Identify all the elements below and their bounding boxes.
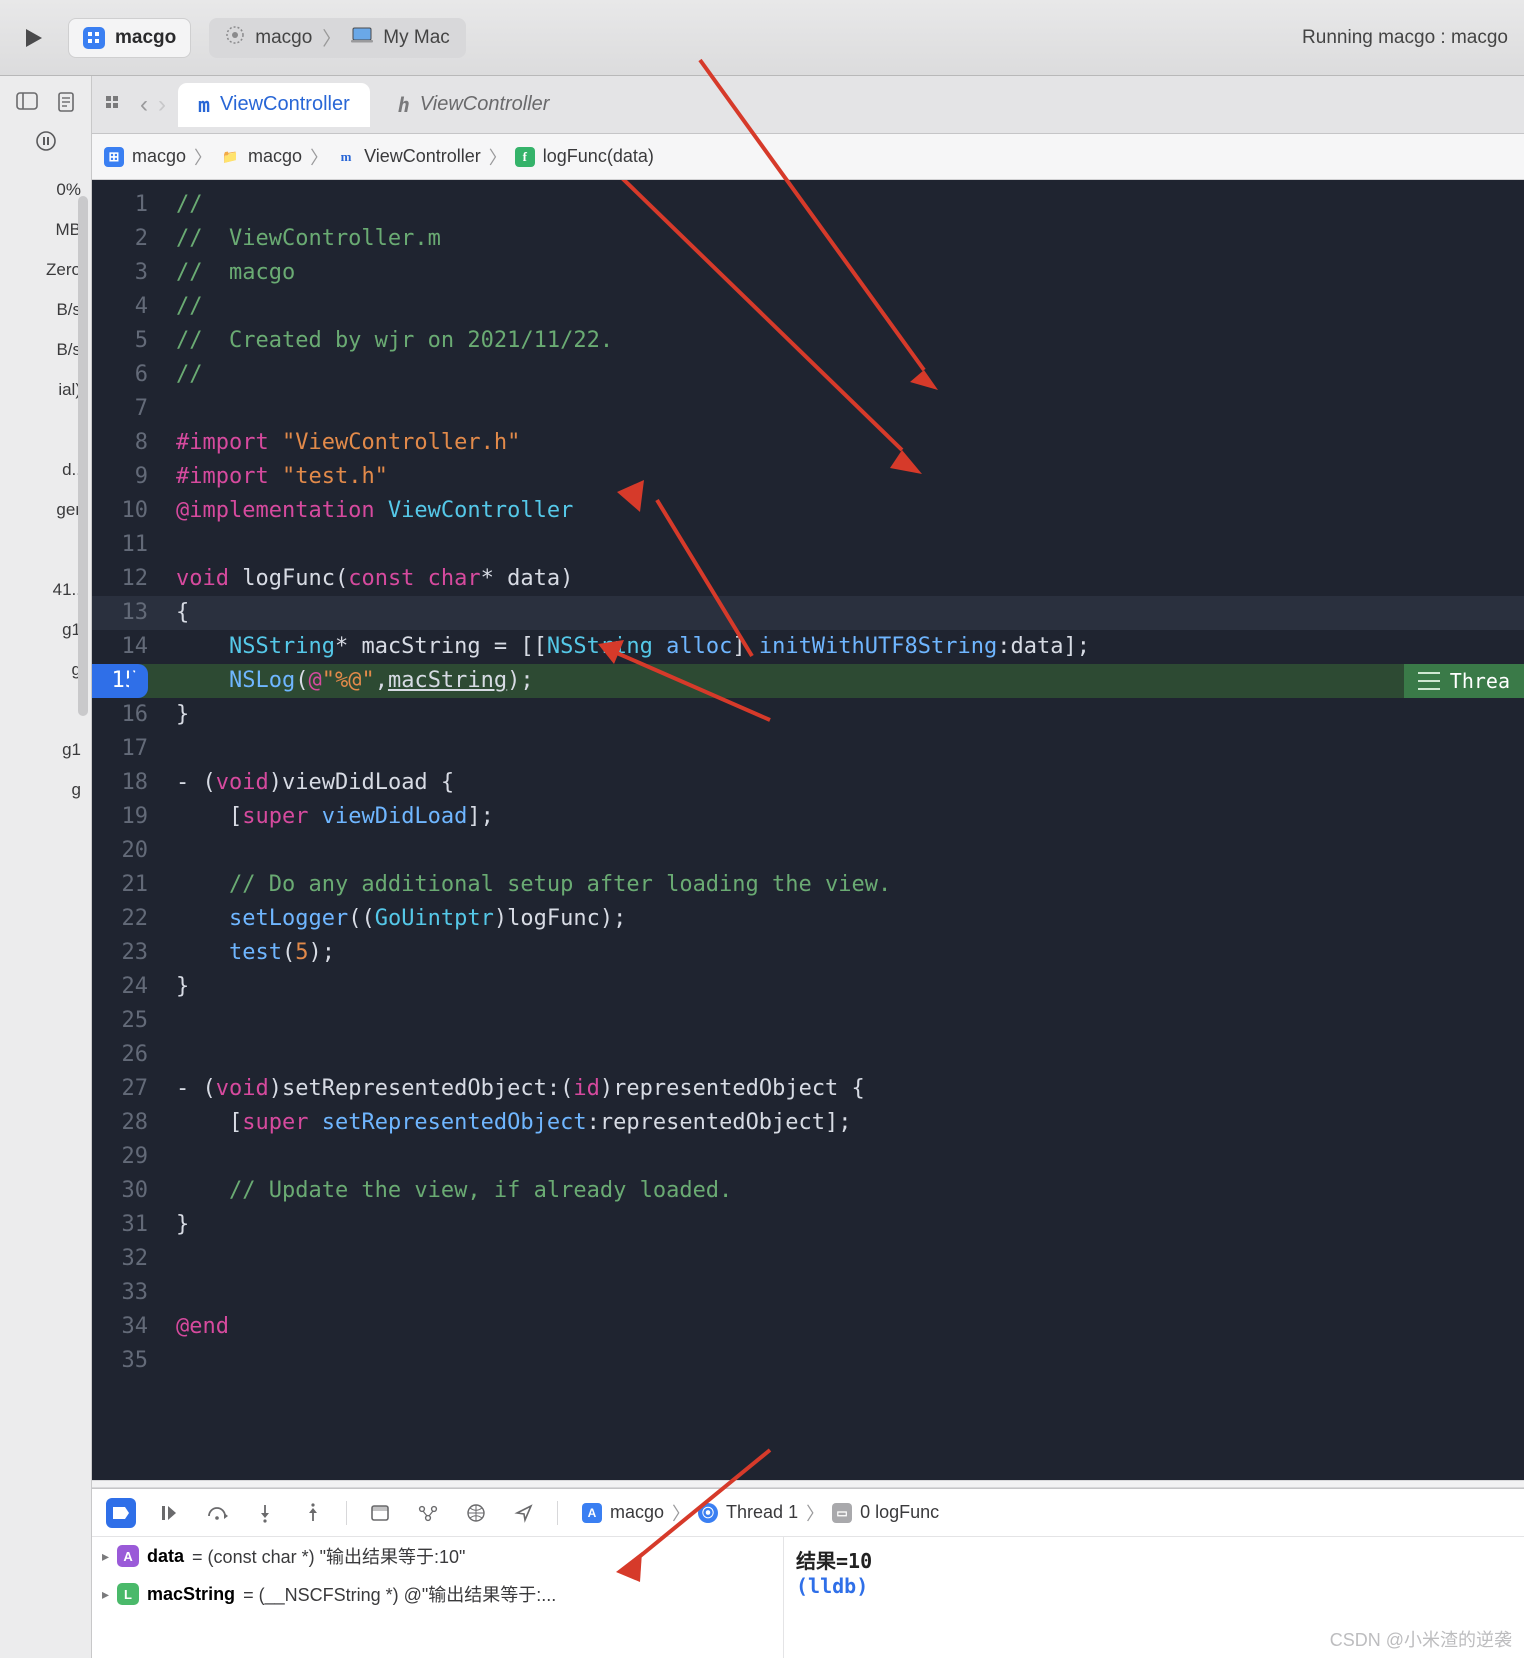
run-destination[interactable]: macgo 〉 My Mac bbox=[209, 18, 466, 58]
sidebar-metric: g1 bbox=[0, 730, 91, 770]
disclosure-icon[interactable]: ▸ bbox=[102, 1586, 109, 1603]
step-into-button[interactable] bbox=[250, 1498, 280, 1528]
thread-badge-label: Threa bbox=[1450, 664, 1510, 698]
target-device-label: My Mac bbox=[383, 27, 450, 49]
variables-view[interactable]: ▸ Adata = (const char *) "输出结果等于:10" ▸ Lmac… bbox=[92, 1537, 784, 1658]
doc-icon[interactable] bbox=[57, 92, 75, 117]
thread-icon: ⦿ bbox=[698, 1503, 718, 1523]
variable-row[interactable]: ▸ LmacString = (__NSCFString *) @"输出结果等于:… bbox=[92, 1575, 783, 1613]
chevron-right-icon: 〉 bbox=[322, 24, 341, 51]
var-kind-badge: A bbox=[117, 1545, 139, 1567]
chevron-right-icon: 〉 bbox=[806, 1500, 824, 1526]
console-line: 结果=10 bbox=[796, 1545, 1512, 1574]
function-icon: f bbox=[515, 147, 535, 167]
crumb-symbol: logFunc(data) bbox=[543, 146, 654, 167]
related-items-icon[interactable] bbox=[102, 92, 128, 118]
chevron-right-icon: 〉 bbox=[194, 144, 212, 170]
var-kind-badge: L bbox=[117, 1583, 139, 1605]
tab-viewcontroller-m[interactable]: m ViewController bbox=[178, 83, 370, 127]
target-scheme-label: macgo bbox=[255, 27, 312, 49]
code-content[interactable]: //// ViewController.m// macgo//// Create… bbox=[158, 180, 1524, 1378]
chevron-right-icon: 〉 bbox=[310, 144, 328, 170]
tab-label: ViewController bbox=[220, 93, 350, 116]
variable-row[interactable]: ▸ Adata = (const char *) "输出结果等于:10" bbox=[92, 1537, 783, 1575]
scheme-selector[interactable]: macgo bbox=[68, 18, 191, 58]
step-over-button[interactable] bbox=[202, 1498, 232, 1528]
var-name: macString bbox=[147, 1584, 235, 1605]
thread-indicator[interactable]: Threa bbox=[1404, 664, 1524, 698]
frame-icon: ▭ bbox=[832, 1503, 852, 1523]
tab-strip: ‹ › m ViewController h ViewController bbox=[92, 76, 1524, 134]
file-m-icon: m bbox=[336, 147, 356, 167]
panel-icon[interactable] bbox=[16, 92, 38, 117]
disclosure-icon[interactable]: ▸ bbox=[102, 1548, 109, 1565]
debug-frame: 0 logFunc bbox=[860, 1502, 939, 1523]
run-button[interactable] bbox=[16, 21, 50, 55]
process-icon: A bbox=[582, 1503, 602, 1523]
file-h-icon: h bbox=[398, 93, 410, 117]
debug-area: A macgo 〉 ⦿ Thread 1 〉 ▭ 0 logFunc ▸ Adat… bbox=[92, 1488, 1524, 1658]
tab-viewcontroller-h[interactable]: h ViewController bbox=[378, 83, 570, 127]
jump-bar[interactable]: ⊞ macgo 〉 📁 macgo 〉 m ViewController 〉 flog… bbox=[92, 134, 1524, 180]
crumb-file: ViewController bbox=[364, 146, 481, 167]
debug-view-icon[interactable] bbox=[365, 1498, 395, 1528]
left-sidebar: 0%MBZeroB/sB/sial)d..ger41..g1gg1g bbox=[0, 76, 92, 1658]
crumb-group: macgo bbox=[248, 146, 302, 167]
memory-graph-icon[interactable] bbox=[413, 1498, 443, 1528]
file-m-icon: m bbox=[198, 93, 210, 117]
code-editor[interactable]: 1234567891011121314151617181920212223242… bbox=[92, 180, 1524, 1480]
debug-jump-bar[interactable]: A macgo 〉 ⦿ Thread 1 〉 ▭ 0 logFunc bbox=[582, 1500, 939, 1526]
debug-toolbar: A macgo 〉 ⦿ Thread 1 〉 ▭ 0 logFunc bbox=[92, 1489, 1524, 1537]
menu-icon bbox=[1418, 672, 1440, 690]
step-out-button[interactable] bbox=[298, 1498, 328, 1528]
var-value: = (__NSCFString *) @"输出结果等于:... bbox=[243, 1581, 556, 1607]
breakpoints-toggle[interactable] bbox=[106, 1498, 136, 1528]
chevron-right-icon: 〉 bbox=[672, 1500, 690, 1526]
watermark: CSDN @小米渣的逆袭 bbox=[1330, 1626, 1512, 1652]
target-icon bbox=[225, 25, 245, 51]
crumb-project: macgo bbox=[132, 146, 186, 167]
scheme-label: macgo bbox=[115, 27, 176, 49]
nav-forward-button[interactable]: › bbox=[154, 91, 170, 119]
continue-button[interactable] bbox=[154, 1498, 184, 1528]
var-name: data bbox=[147, 1546, 184, 1567]
sidebar-metric: g bbox=[0, 770, 91, 810]
toolbar: macgo macgo 〉 My Mac Running macgo : mac… bbox=[0, 0, 1524, 76]
tab-label: ViewController bbox=[420, 93, 550, 116]
sidebar-metric bbox=[0, 710, 91, 730]
folder-icon: 📁 bbox=[220, 147, 240, 167]
debug-process: macgo bbox=[610, 1502, 664, 1523]
sidebar-scrollbar[interactable] bbox=[78, 196, 88, 716]
project-icon: ⊞ bbox=[104, 147, 124, 167]
app-icon bbox=[83, 27, 105, 49]
lldb-prompt: (lldb) bbox=[796, 1574, 1512, 1598]
location-icon[interactable] bbox=[509, 1498, 539, 1528]
env-overrides-icon[interactable] bbox=[461, 1498, 491, 1528]
debug-thread: Thread 1 bbox=[726, 1502, 798, 1523]
var-value: = (const char *) "输出结果等于:10" bbox=[192, 1543, 465, 1569]
activity-status: Running macgo : macgo bbox=[1302, 27, 1508, 49]
pause-icon[interactable] bbox=[36, 131, 56, 156]
device-icon bbox=[351, 27, 373, 49]
chevron-right-icon: 〉 bbox=[489, 144, 507, 170]
nav-back-button[interactable]: ‹ bbox=[136, 91, 152, 119]
debug-resize-handle[interactable] bbox=[92, 1480, 1524, 1488]
line-gutter[interactable]: 1234567891011121314151617181920212223242… bbox=[92, 180, 158, 1480]
